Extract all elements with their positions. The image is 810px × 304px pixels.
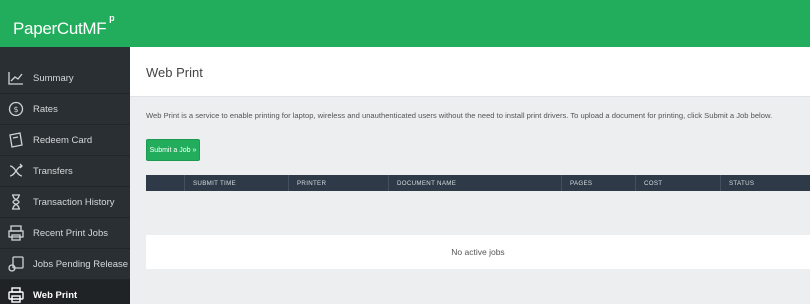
sidebar-item-label: Transfers (33, 165, 73, 177)
logo-main-text: PaperCut (13, 19, 83, 38)
sidebar-item-web-print[interactable]: Web Print (0, 280, 130, 304)
jobs-table-header: SUBMIT TIME PRINTER DOCUMENT NAME PAGES … (146, 175, 810, 191)
empty-jobs-message: No active jobs (146, 235, 810, 269)
papercut-logo[interactable]: PaperCutMF p (13, 13, 115, 39)
top-bar: PaperCutMF p (0, 0, 810, 47)
sidebar-item-label: Summary (33, 72, 74, 84)
column-header-pages[interactable]: PAGES (561, 175, 635, 191)
svg-text:$: $ (13, 105, 18, 114)
sidebar-item-transfers[interactable]: Transfers (0, 156, 130, 187)
logo-suffix-text: MF (82, 19, 107, 38)
column-header-submit-time[interactable]: SUBMIT TIME (184, 175, 288, 191)
sidebar: Summary $ Rates Redeem Card Transfers Tr… (0, 47, 130, 304)
sidebar-item-jobs-pending-release[interactable]: Jobs Pending Release (0, 249, 130, 280)
card-icon (8, 132, 24, 148)
column-header-document-name[interactable]: DOCUMENT NAME (388, 175, 561, 191)
submit-job-button[interactable]: Submit a Job » (146, 139, 200, 161)
dollar-circle-icon: $ (8, 101, 24, 117)
page-title: Web Print (146, 65, 203, 80)
transfer-icon (8, 163, 24, 179)
intro-text: Web Print is a service to enable printin… (146, 111, 773, 120)
sidebar-item-label: Recent Print Jobs (33, 227, 108, 239)
column-header-cost[interactable]: COST (635, 175, 720, 191)
sidebar-item-label: Transaction History (33, 196, 115, 208)
main-content: Web Print Web Print is a service to enab… (130, 47, 810, 304)
page-header: Web Print (130, 47, 810, 97)
sidebar-item-recent-print-jobs[interactable]: Recent Print Jobs (0, 218, 130, 249)
column-header-status[interactable]: STATUS (720, 175, 810, 191)
sidebar-item-label: Web Print (33, 289, 78, 301)
column-header-printer[interactable]: PRINTER (288, 175, 388, 191)
sidebar-item-label: Jobs Pending Release (33, 258, 129, 270)
printer-icon (8, 287, 24, 303)
sidebar-item-summary[interactable]: Summary (0, 63, 130, 94)
pending-release-icon (8, 256, 24, 272)
recent-print-icon (8, 225, 24, 241)
sidebar-item-label: Redeem Card (33, 134, 93, 146)
sidebar-item-rates[interactable]: $ Rates (0, 94, 130, 125)
sidebar-item-transaction-history[interactable]: Transaction History (0, 187, 130, 218)
hourglass-icon (8, 194, 24, 210)
column-header-blank (146, 175, 184, 191)
logo-mark: p (109, 13, 115, 23)
chart-icon (8, 70, 24, 86)
sidebar-item-label: Rates (33, 103, 58, 115)
sidebar-item-redeem-card[interactable]: Redeem Card (0, 125, 130, 156)
